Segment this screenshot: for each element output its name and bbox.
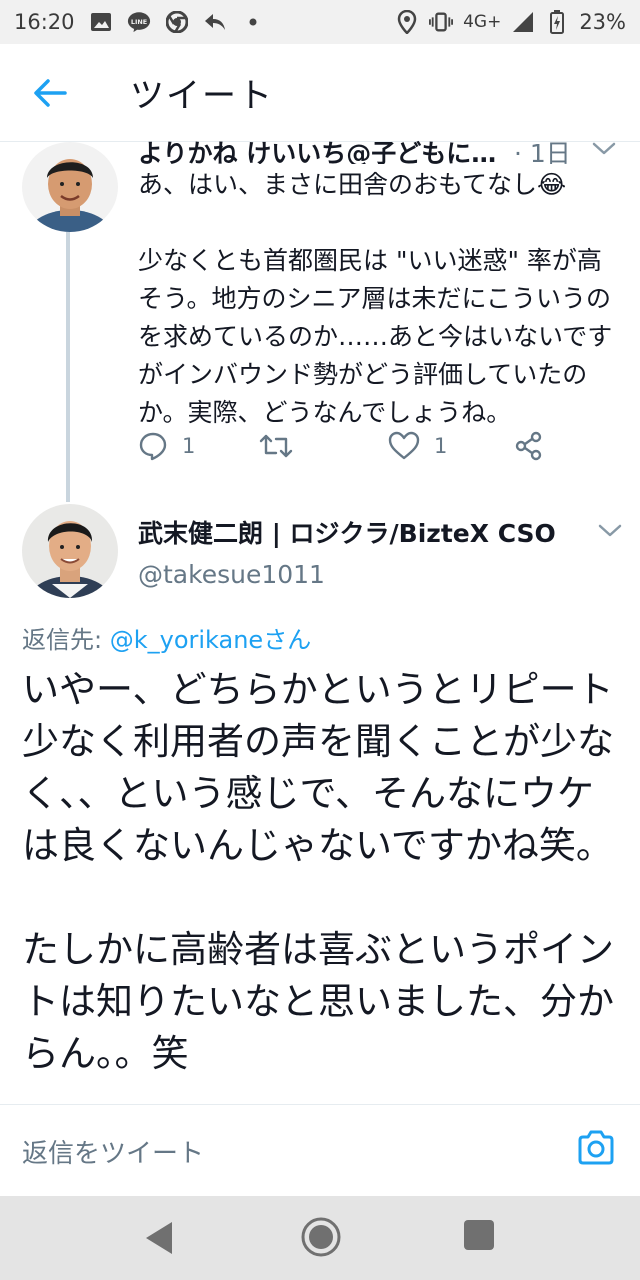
retweet-button[interactable]: [258, 431, 294, 461]
like-count: 1: [434, 434, 448, 458]
system-nav-bar: [0, 1196, 640, 1280]
reply-to-user-link[interactable]: @k_yorikaneさん: [110, 626, 311, 654]
svg-text:LINE: LINE: [130, 18, 146, 26]
retweet-icon: [259, 434, 293, 458]
reply-button[interactable]: 1: [138, 431, 195, 461]
status-time: 16:20: [14, 10, 75, 34]
signal-icon: [511, 10, 535, 34]
tweet-actions: 1 1: [138, 428, 558, 464]
battery-icon: [545, 10, 569, 34]
reply-icon: [139, 432, 167, 461]
tweet-timestamp: · 1日: [514, 139, 571, 164]
nav-back-button[interactable]: [142, 1218, 178, 1258]
like-button[interactable]: 1: [388, 431, 447, 461]
battery-percent: 23%: [579, 10, 626, 34]
nav-recents-button[interactable]: [464, 1220, 494, 1250]
author-name[interactable]: 武末健二朗 | ロジクラ/BizteX CSO: [138, 514, 556, 550]
back-button[interactable]: [20, 63, 80, 123]
reply-arrow-icon: [203, 10, 227, 34]
tweet-text: あ、はい、まさに田舎のおもてなし😂 少なくとも首都圏民は "いい迷惑" 率が高そ…: [138, 170, 613, 427]
share-button[interactable]: [514, 431, 544, 461]
chevron-down-icon: [592, 142, 616, 155]
heart-icon: [388, 431, 420, 460]
chevron-down-icon: [598, 524, 622, 537]
share-icon: [515, 431, 542, 461]
avatar[interactable]: [22, 142, 118, 232]
dot-icon: [241, 10, 265, 34]
reply-input[interactable]: 返信をツイート: [22, 1133, 204, 1170]
notification-icons: LINE: [89, 10, 265, 34]
vibrate-icon: [429, 10, 454, 34]
app-header: ツイート: [0, 44, 640, 142]
location-icon: [395, 10, 419, 34]
tweet-menu-button[interactable]: [596, 518, 624, 542]
reply-to-prefix: 返信先:: [22, 626, 110, 654]
reply-count: 1: [182, 434, 196, 458]
reply-composer[interactable]: 返信をツイート: [0, 1104, 640, 1196]
reply-to-line: 返信先: @k_yorikaneさん: [22, 620, 311, 655]
tweet-text: いやー、どちらかというとリピート少なく利用者の声を聞くことが少なく、、という感じ…: [22, 668, 614, 1075]
camera-icon: [578, 1130, 614, 1165]
image-icon: [89, 10, 113, 34]
triangle-back-icon: [146, 1222, 172, 1254]
back-arrow-icon: [34, 78, 67, 107]
page-title: ツイート: [130, 76, 274, 116]
status-bar: 16:20 LINE 4G+ 23%: [0, 0, 640, 44]
line-app-icon: LINE: [127, 10, 151, 34]
home-circle-icon: [301, 1217, 341, 1257]
author-handle[interactable]: @takesue1011: [138, 560, 325, 589]
network-type: 4G+: [463, 12, 502, 32]
nav-home-button[interactable]: [300, 1216, 342, 1258]
chrome-icon: [165, 10, 189, 34]
tweet-menu-button[interactable]: [590, 136, 618, 160]
avatar[interactable]: [22, 504, 118, 598]
camera-button[interactable]: [576, 1127, 620, 1171]
author-name[interactable]: よりかね けいいち@子どもに…: [138, 134, 508, 164]
thread-connector: [66, 230, 70, 502]
system-icons: 4G+ 23%: [395, 10, 626, 34]
